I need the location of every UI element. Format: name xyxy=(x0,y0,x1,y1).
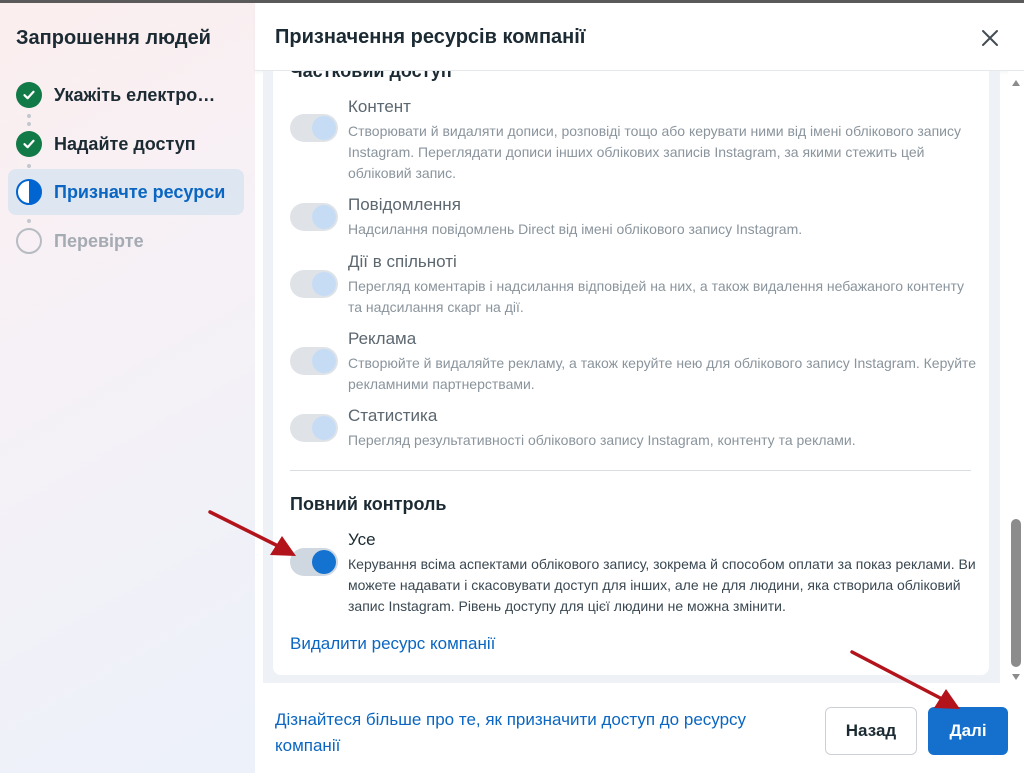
half-circle-progress-icon xyxy=(16,179,42,205)
permission-toggle[interactable] xyxy=(290,270,338,298)
checkmark-icon xyxy=(16,82,42,108)
step-review[interactable]: Перевірте xyxy=(8,218,244,264)
dialog-header: Призначення ресурсів компанії xyxy=(255,3,1024,71)
step-grant-access[interactable]: Надайте доступ xyxy=(8,121,244,167)
permissions-scroll-area[interactable]: Частковий доступ Контент Створювати й ви… xyxy=(263,71,1000,683)
permission-title: Контент xyxy=(348,97,411,116)
scroll-down-arrow-icon[interactable] xyxy=(1012,674,1020,680)
permission-title: Реклама xyxy=(348,329,417,348)
empty-circle-icon xyxy=(16,228,42,254)
step-label: Укажіть електро… xyxy=(54,84,216,105)
full-control-toggle[interactable] xyxy=(290,548,338,576)
permission-title: Повідомлення xyxy=(348,195,461,214)
close-icon xyxy=(982,30,998,46)
permission-toggle[interactable] xyxy=(290,414,338,442)
step-enter-email[interactable]: Укажіть електро… xyxy=(8,72,244,118)
permission-description: Перегляд результативності облікового зап… xyxy=(348,432,856,448)
back-button[interactable]: Назад xyxy=(825,707,917,755)
full-control-heading: Повний контроль xyxy=(290,494,447,514)
permission-title: Дії в спільноті xyxy=(348,252,457,271)
permission-toggle[interactable] xyxy=(290,203,338,231)
step-label: Перевірте xyxy=(54,230,144,251)
permissions-card: Частковий доступ Контент Створювати й ви… xyxy=(273,71,989,675)
partial-access-heading: Частковий доступ xyxy=(290,71,452,81)
permission-description: Надсилання повідомлень Direct від імені … xyxy=(348,221,803,237)
permission-description: Перегляд коментарів і надсилання відпові… xyxy=(348,278,965,315)
remove-business-asset-link[interactable]: Видалити ресурс компанії xyxy=(290,634,495,654)
dialog-footer: Дізнайтеся більше про те, як призначити … xyxy=(255,683,1024,773)
learn-more-link[interactable]: Дізнайтеся більше про те, як призначити … xyxy=(275,707,795,759)
checkmark-icon xyxy=(16,131,42,157)
section-divider xyxy=(290,470,971,471)
permission-description: Створюйте й видаляйте рекламу, а також к… xyxy=(348,355,977,392)
scroll-up-arrow-icon[interactable] xyxy=(1012,80,1020,86)
step-label: Надайте доступ xyxy=(54,133,196,154)
permission-title: Усе xyxy=(348,530,376,549)
permission-toggle[interactable] xyxy=(290,347,338,375)
step-label: Призначте ресурси xyxy=(54,181,226,202)
permission-title: Статистика xyxy=(348,406,438,425)
permission-description: Створювати й видаляти дописи, розповіді … xyxy=(348,123,961,181)
permission-description: Керування всіма аспектами облікового зап… xyxy=(348,556,976,614)
sidebar-title: Запрошення людей xyxy=(16,27,211,49)
stepper-sidebar: Запрошення людей Укажіть електро… Надайт… xyxy=(0,3,255,773)
permission-toggle[interactable] xyxy=(290,114,338,142)
scrollbar-thumb[interactable] xyxy=(1011,519,1021,667)
step-assign-resources[interactable]: Призначте ресурси xyxy=(8,169,244,215)
close-button[interactable] xyxy=(975,23,1005,53)
next-button[interactable]: Далі xyxy=(928,707,1008,755)
dialog-title: Призначення ресурсів компанії xyxy=(275,26,586,48)
